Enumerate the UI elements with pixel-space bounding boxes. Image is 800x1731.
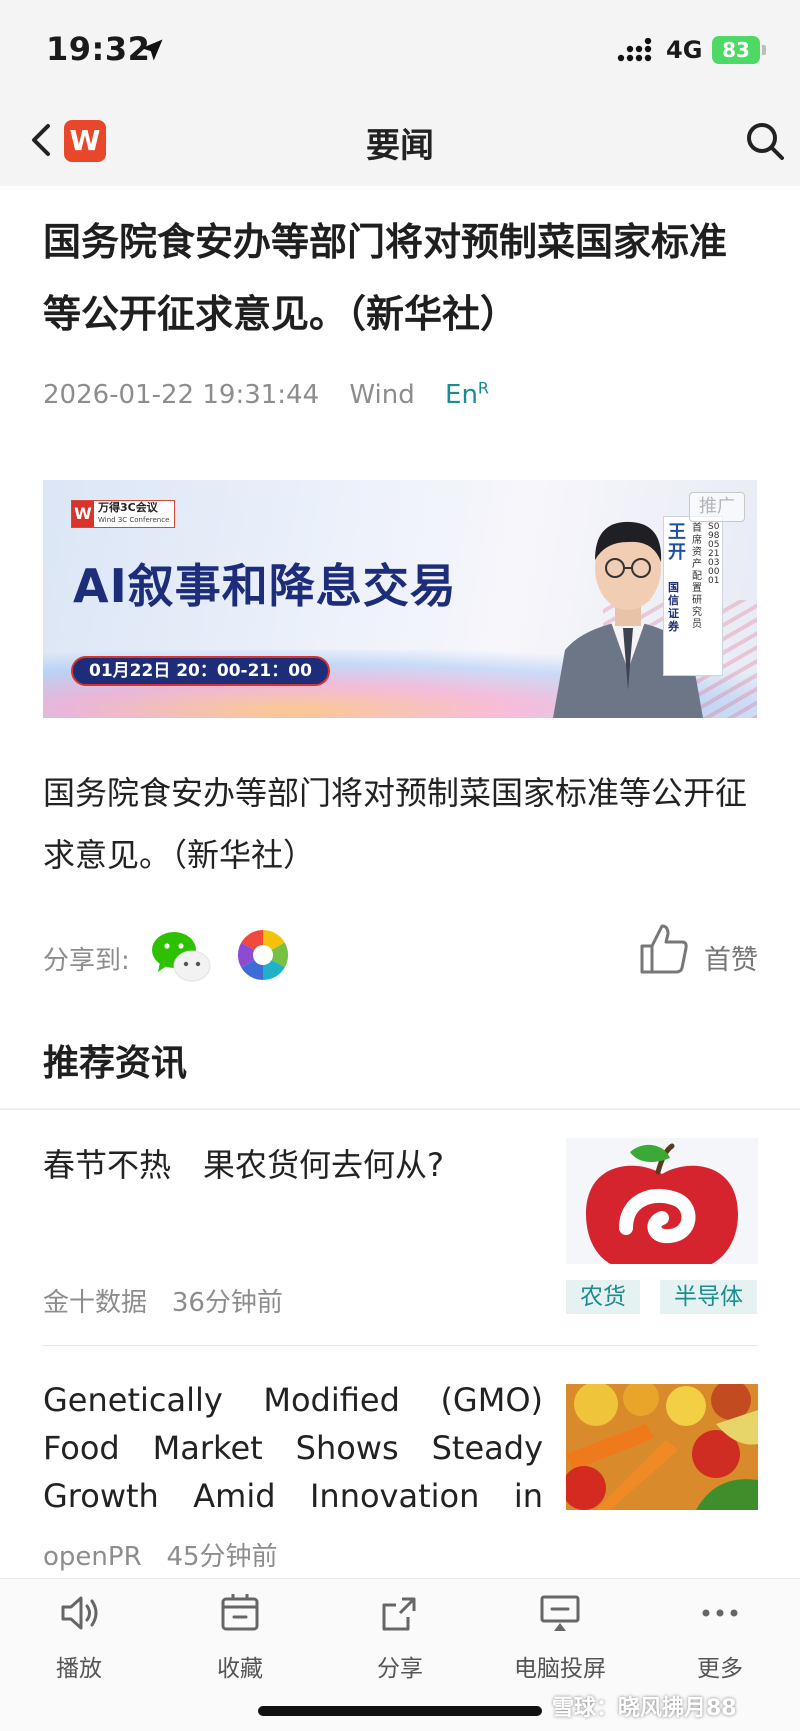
moments-icon[interactable] <box>236 928 290 982</box>
banner-title: AI叙事和降息交易 <box>73 559 457 613</box>
news-tag[interactable]: 半导体 <box>660 1280 757 1314</box>
more-label: 更多 <box>697 1656 743 1682</box>
speaker-role: 首席资产配置研究员 <box>692 523 702 630</box>
signal-dots-icon <box>617 38 652 62</box>
conference-en: Wind 3C Conference <box>98 516 170 524</box>
watermark: 雪球：晓风拂月88 <box>552 1696 737 1721</box>
status-bar: 19:32 4G 83 <box>0 0 800 100</box>
favorite-button[interactable]: 收藏 <box>180 1591 300 1683</box>
article-headline: 国务院食安办等部门将对预制菜国家标准等公开征求意见。（新华社） <box>43 220 728 336</box>
wechat-icon[interactable] <box>150 928 212 984</box>
speaker-icon <box>61 1596 98 1630</box>
speaker-id: S0980521030001 <box>708 522 720 586</box>
english-toggle-label: En <box>445 379 478 410</box>
page-title: 要闻 <box>366 126 434 166</box>
news-tag[interactable]: 农货 <box>566 1280 640 1314</box>
news-item-source: openPR <box>43 1542 142 1572</box>
folder-star-icon <box>221 1594 259 1631</box>
news-thumbnail-apple <box>566 1138 758 1264</box>
home-indicator[interactable] <box>258 1706 542 1716</box>
share-label: 分享到: <box>43 946 130 976</box>
location-arrow-icon <box>141 39 163 61</box>
conference-tag: W 万得3C会议 Wind 3C Conference <box>71 500 175 528</box>
play-button[interactable]: 播放 <box>19 1591 139 1683</box>
news-item-time: 36分钟前 <box>171 1288 283 1318</box>
article-datetime: 2026-01-22 19:31:44 <box>43 379 320 410</box>
banner-time: 01月22日 20：00-21：00 <box>71 656 330 686</box>
search-icon[interactable] <box>744 120 786 162</box>
thumbs-up-icon[interactable] <box>636 922 690 976</box>
battery-tip <box>762 45 766 55</box>
news-item-meta: 金十数据 36分钟前 <box>43 1282 283 1319</box>
article-meta: 2026-01-22 19:31:44 Wind EnR <box>43 378 511 410</box>
conference-text: 万得3C会议 Wind 3C Conference <box>94 502 169 526</box>
play-label: 播放 <box>56 1656 102 1682</box>
back-chevron-icon[interactable] <box>26 120 56 160</box>
cast-button[interactable]: 电脑投屏 <box>500 1591 620 1683</box>
favorite-label: 收藏 <box>217 1656 263 1682</box>
share-button[interactable]: 分享 <box>340 1591 460 1683</box>
share-label: 分享 <box>377 1656 423 1682</box>
news-item-source: 金十数据 <box>43 1288 148 1318</box>
ad-label: 推广 <box>689 492 745 522</box>
news-item-time: 45分钟前 <box>166 1542 278 1572</box>
english-toggle[interactable]: EnR <box>445 378 490 410</box>
speaker-org: 国信证券 <box>668 581 679 633</box>
recommend-section-title: 推荐资讯 <box>43 1043 188 1084</box>
speaker-name: 王开 <box>668 522 686 563</box>
news-item-meta: openPR 45分钟前 <box>43 1536 278 1573</box>
screen-cast-icon <box>540 1595 580 1631</box>
article-body: 国务院食安办等部门将对预制菜国家标准等公开征求意见。（新华社） <box>43 774 748 874</box>
ad-banner[interactable]: W 万得3C会议 Wind 3C Conference AI叙事和降息交易 01… <box>43 480 757 718</box>
more-button[interactable]: 更多 <box>660 1591 780 1683</box>
list-divider <box>43 1345 757 1346</box>
english-toggle-sup: R <box>477 378 490 397</box>
news-item-title[interactable]: Genetically Modified (GMO) Food Market S… <box>43 1376 543 1520</box>
article-source: Wind <box>349 379 415 410</box>
speaker-card: 王开 国信证券 首席资产配置研究员 S0980521030001 <box>663 516 723 676</box>
cast-label: 电脑投屏 <box>514 1656 606 1682</box>
conference-logo: W <box>72 501 94 527</box>
news-thumbnail-vegetables <box>566 1384 758 1510</box>
wind-app-logo[interactable]: W <box>64 120 106 162</box>
more-dots-icon <box>702 1609 738 1617</box>
network-type: 4G <box>666 36 703 64</box>
battery-indicator: 83 <box>712 36 760 64</box>
share-icon <box>382 1597 416 1631</box>
section-divider <box>0 1108 800 1110</box>
status-time: 19:32 <box>46 30 151 68</box>
news-item-title[interactable]: 春节不热 果农货何去何从? <box>43 1140 543 1186</box>
like-label[interactable]: 首赞 <box>704 938 758 977</box>
conference-name: 万得3C会议 <box>98 501 158 514</box>
